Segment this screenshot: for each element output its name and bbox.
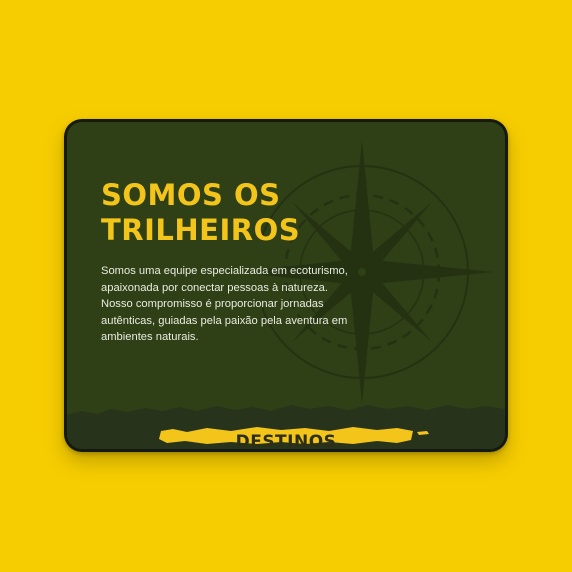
grunge-divider [67,405,505,449]
page-background: SOMOS OS TRILHEIROS Somos uma equipe esp… [0,0,572,572]
tablet-frame: SOMOS OS TRILHEIROS Somos uma equipe esp… [64,119,508,452]
destinos-section-heading: DESTINOS [235,432,337,449]
website-screen[interactable]: SOMOS OS TRILHEIROS Somos uma equipe esp… [67,122,505,449]
